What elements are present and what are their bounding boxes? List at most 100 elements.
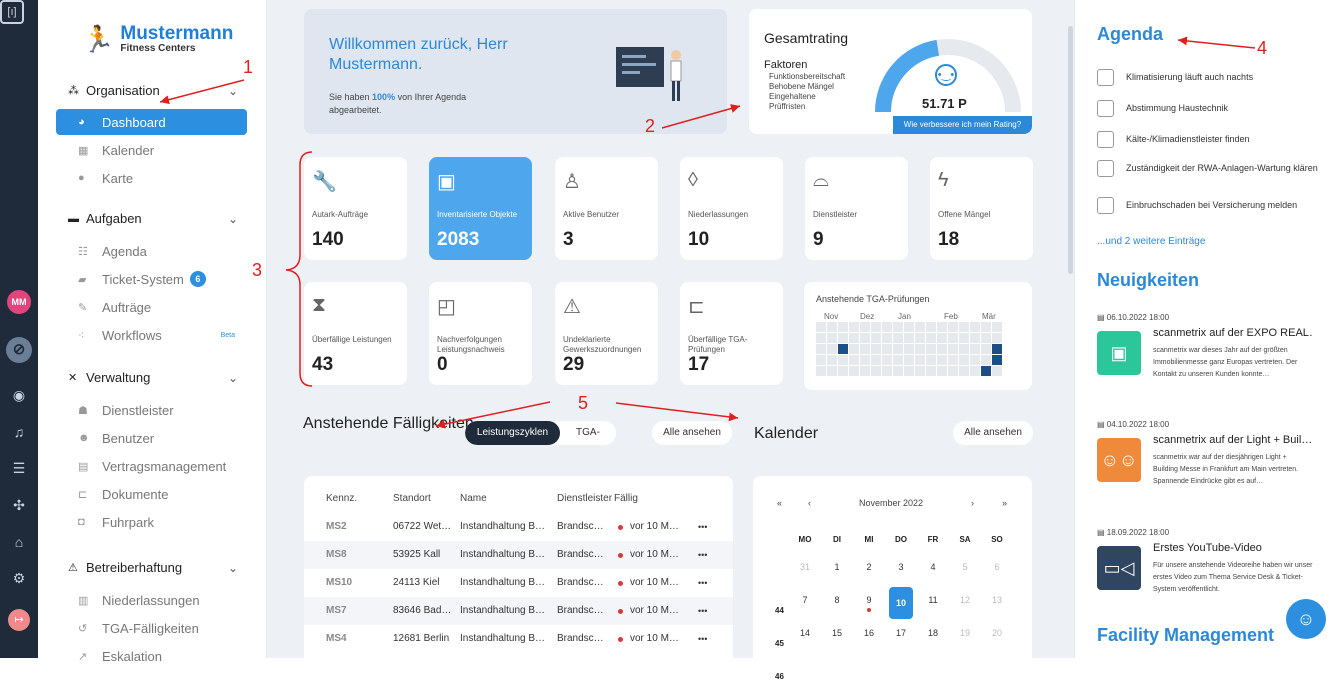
sidebar-item-fuhrpark[interactable]: ◘ Fuhrpark bbox=[56, 509, 247, 535]
news-item[interactable]: ▤ 06.10.2022 18:00 ▣ scanmetrix auf der EX… bbox=[1097, 313, 1313, 378]
calendar-day[interactable]: 5 bbox=[953, 562, 977, 572]
sidebar-item-niederlassungen[interactable]: ▥ Niederlassungen bbox=[56, 587, 247, 613]
calendar-day[interactable]: 31 bbox=[793, 562, 817, 572]
calendar-day[interactable]: 6 bbox=[985, 562, 1009, 572]
sidebar-item-tga-faelligkeiten[interactable]: ↺ TGA-Fälligkeiten bbox=[56, 615, 247, 641]
sidebar-item-dashboard[interactable]: ◕ Dashboard bbox=[56, 109, 247, 135]
row-menu-button[interactable]: ••• bbox=[698, 541, 707, 569]
calendar-day[interactable]: 20 bbox=[985, 628, 1009, 638]
app-logo-icon[interactable]: [ı] bbox=[0, 0, 24, 24]
sidebar-item-dokumente[interactable]: ⊏ Dokumente bbox=[56, 481, 247, 507]
section-verwaltung[interactable]: ✕ Verwaltung ⌄ bbox=[68, 370, 238, 385]
calendar-day[interactable]: 13 bbox=[985, 595, 1009, 605]
agenda-item[interactable]: Kälte-/Klimadienstleister finden bbox=[1097, 131, 1322, 148]
agenda-checkbox[interactable] bbox=[1097, 197, 1114, 214]
table-row[interactable]: MS2 06722 Wet… Instandhaltung B… Brandsc… vo… bbox=[304, 513, 733, 541]
kpi-tile[interactable]: ⧗ Überfällige Leistungen 43 bbox=[304, 282, 407, 385]
eye-icon[interactable]: ◉ bbox=[9, 385, 29, 405]
sidebar-item-karte[interactable]: ● Karte bbox=[56, 165, 247, 191]
section-aufgaben[interactable]: ▬ Aufgaben ⌄ bbox=[68, 211, 238, 226]
section-organisation[interactable]: ⁂ Organisation ⌄ bbox=[68, 83, 238, 98]
sidebar-item-eskalation[interactable]: ↗ Eskalation bbox=[56, 643, 247, 669]
table-row[interactable]: MS8 53925 Kall Instandhaltung B… Brandsc… vo… bbox=[304, 541, 733, 569]
agenda-more-link[interactable]: ...und 2 weitere Einträge bbox=[1097, 236, 1205, 247]
agenda-item[interactable]: Einbruchschaden bei Versicherung melden bbox=[1097, 197, 1322, 214]
agenda-item[interactable]: Klimatisierung läuft auch nachts bbox=[1097, 69, 1322, 86]
row-menu-button[interactable]: ••• bbox=[698, 569, 707, 597]
sidebar-item-label: Ticket-System bbox=[102, 271, 184, 287]
bell-icon[interactable]: ♫ bbox=[9, 422, 29, 442]
calendar-day[interactable]: 17 bbox=[889, 628, 913, 638]
calendar-day[interactable]: 15 bbox=[825, 628, 849, 638]
calendar-day[interactable]: 8 bbox=[825, 595, 849, 605]
kpi-tile[interactable]: ♙ Aktive Benutzer 3 bbox=[555, 157, 658, 260]
faelligkeiten-view-all-button[interactable]: Alle ansehen bbox=[652, 421, 732, 445]
main-scrollbar[interactable] bbox=[1068, 26, 1073, 274]
calendar-day[interactable]: 10 bbox=[889, 587, 913, 619]
calendar-day[interactable]: 3 bbox=[889, 562, 913, 572]
kpi-tile[interactable]: 🔧 Autark-Aufträge 140 bbox=[304, 157, 407, 260]
calendar-day[interactable]: 14 bbox=[793, 628, 817, 638]
calendar-day[interactable]: 2 bbox=[857, 562, 881, 572]
store-icon[interactable]: ⌂ bbox=[9, 532, 29, 552]
row-menu-button[interactable]: ••• bbox=[698, 625, 707, 653]
kpi-tile[interactable]: ⊏ Überfällige TGA-Prüfungen 17 bbox=[680, 282, 783, 385]
agenda-checkbox[interactable] bbox=[1097, 160, 1114, 177]
calendar-day[interactable]: 4 bbox=[921, 562, 945, 572]
kpi-tile[interactable]: ⚠ Undeklarierte Gewerkszuordnungen 29 bbox=[555, 282, 658, 385]
sidebar-item-ticket-system[interactable]: ▰ Ticket-System 6 bbox=[56, 266, 247, 292]
tab-leistungszyklen[interactable]: Leistungszyklen bbox=[465, 421, 560, 445]
calendar-day[interactable]: 1 bbox=[825, 562, 849, 572]
calendar-prev-button[interactable]: ‹ bbox=[808, 498, 811, 508]
table-row[interactable]: MS7 83646 Bad… Instandhaltung B… Brandsc… vo… bbox=[304, 597, 733, 625]
gear-icon[interactable]: ⚙ bbox=[9, 568, 29, 588]
calendar-day[interactable]: 18 bbox=[921, 628, 945, 638]
calendar-day[interactable]: 16 bbox=[857, 628, 881, 638]
table-row[interactable]: MS10 24113 Kiel Instandhaltung B… Brandsc… v… bbox=[304, 569, 733, 597]
calendar-last-button[interactable]: » bbox=[1002, 498, 1007, 508]
kpi-tile[interactable]: ▣ Inventarisierte Objekte 2083 bbox=[429, 157, 532, 260]
agenda-checkbox[interactable] bbox=[1097, 100, 1114, 117]
news-item[interactable]: ▤ 18.09.2022 18:00 ▭◁ Erstes YouTube-Video… bbox=[1097, 528, 1312, 593]
row-menu-button[interactable]: ••• bbox=[698, 513, 707, 541]
kalender-view-all-button[interactable]: Alle ansehen bbox=[953, 421, 1033, 445]
kpi-tile[interactable]: ϟ Offene Mängel 18 bbox=[930, 157, 1033, 260]
compass-icon[interactable]: ⊘ bbox=[6, 337, 32, 363]
tga-inspections-card[interactable]: Anstehende TGA-Prüfungen Nov Dez Jan Feb… bbox=[804, 282, 1032, 390]
calendar-day[interactable]: 11 bbox=[921, 595, 945, 605]
user-avatar[interactable]: MM bbox=[7, 290, 31, 314]
news-item[interactable]: ▤ 04.10.2022 18:00 ☺☺ scanmetrix auf der L… bbox=[1097, 420, 1312, 485]
calendar-day[interactable]: 9 bbox=[857, 595, 881, 605]
chat-support-icon[interactable]: ☺ bbox=[1286, 599, 1326, 639]
sidebar-item-agenda[interactable]: ☷ Agenda bbox=[56, 238, 247, 264]
calendar-day[interactable]: 12 bbox=[953, 595, 977, 605]
sidebar-item-auftraege[interactable]: ✎ Aufträge bbox=[56, 294, 247, 320]
table-cell: MS7 bbox=[326, 605, 347, 616]
list-icon[interactable]: ☰ bbox=[9, 458, 29, 478]
tab-tga-anlagen[interactable]: TGA-Anlagen bbox=[560, 421, 616, 445]
sidebar-item-kalender[interactable]: ▦ Kalender bbox=[56, 137, 247, 163]
calendar-next-button[interactable]: › bbox=[971, 498, 974, 508]
heatmap-cell bbox=[981, 344, 991, 354]
sidebar-item-vertragsmanagement[interactable]: ▤ Vertragsmanagement bbox=[56, 453, 247, 479]
logout-icon[interactable]: ↦ bbox=[8, 609, 30, 631]
calendar-day[interactable]: 19 bbox=[953, 628, 977, 638]
agenda-item[interactable]: Abstimmung Haustechnik bbox=[1097, 100, 1322, 117]
sidebar-item-workflows[interactable]: ⁖ Workflows Beta bbox=[56, 322, 247, 348]
calendar-day[interactable]: 7 bbox=[793, 595, 817, 605]
row-menu-button[interactable]: ••• bbox=[698, 597, 707, 625]
sidebar-item-dienstleister[interactable]: ☗ Dienstleister bbox=[56, 397, 247, 423]
kpi-tile[interactable]: ⌓ Dienstleister 9 bbox=[805, 157, 908, 260]
improve-rating-button[interactable]: Wie verbessere ich mein Rating? bbox=[893, 116, 1032, 134]
calendar-first-button[interactable]: « bbox=[777, 498, 782, 508]
agenda-item[interactable]: Zuständigkeit der RWA-Anlagen-Wartung kl… bbox=[1097, 160, 1322, 177]
section-betreiberhaftung[interactable]: ⚠ Betreiberhaftung ⌄ bbox=[68, 560, 238, 575]
agenda-checkbox[interactable] bbox=[1097, 69, 1114, 86]
puzzle-icon[interactable]: ✣ bbox=[9, 495, 29, 515]
agenda-checkbox[interactable] bbox=[1097, 131, 1114, 148]
kpi-tile[interactable]: ◊ Niederlassungen 10 bbox=[680, 157, 783, 260]
kpi-tile[interactable]: ◰ Nachverfolgungen Leistungsnachweis 0 bbox=[429, 282, 532, 385]
table-row[interactable]: MS4 12681 Berlin Instandhaltung B… Brandsc…… bbox=[304, 625, 733, 653]
sidebar-item-benutzer[interactable]: ☻ Benutzer bbox=[56, 425, 247, 451]
brand-logo[interactable]: 🏃 Mustermann Fitness Centers bbox=[82, 24, 233, 55]
